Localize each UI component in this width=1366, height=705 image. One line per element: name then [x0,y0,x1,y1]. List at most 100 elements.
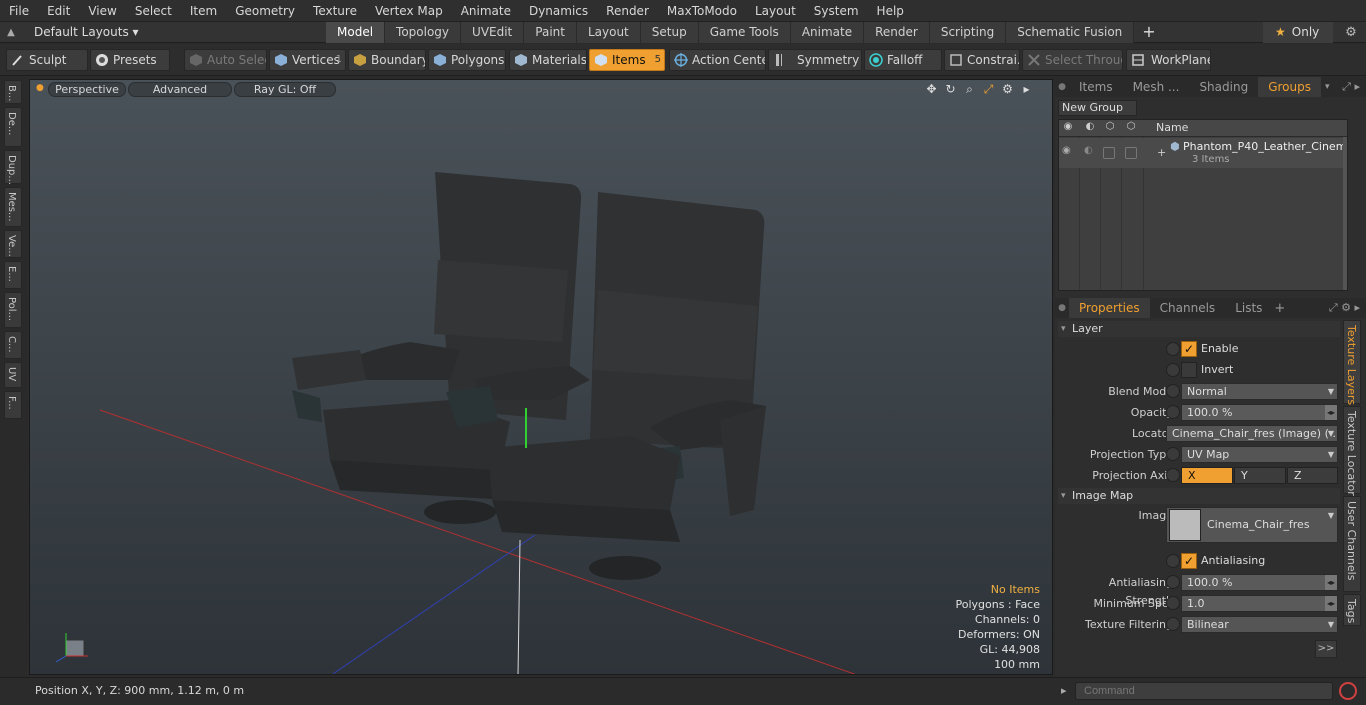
group-render-checkbox[interactable] [1103,147,1115,159]
menu-geometry[interactable]: Geometry [226,0,304,22]
opacity-stepper[interactable]: ◂▸ [1325,405,1337,420]
rotate-view-icon[interactable]: ↻ [943,82,958,97]
left-tab-9[interactable]: F... [4,391,22,419]
axis-x-button[interactable]: X [1181,467,1233,484]
shading-dropdown[interactable]: Advanced [128,82,232,97]
menu-maxtomodo[interactable]: MaxToModo [658,0,746,22]
layer-section[interactable]: Layer [1058,321,1340,337]
aa-strength-input[interactable]: 100.0 % ◂▸ [1181,574,1338,591]
3d-viewport[interactable]: ● Perspective Advanced Ray GL: Off ✥ ↻ ⌕… [29,79,1053,675]
menu-view[interactable]: View [79,0,125,22]
locator-dropdown[interactable]: Cinema_Chair_fres (Image) ( ... ▼ [1166,425,1338,442]
tab-model[interactable]: Model [326,21,386,43]
tab-paint[interactable]: Paint [524,21,577,43]
items-button[interactable]: Items 5 [589,49,665,71]
tab-mesh[interactable]: Mesh ... [1123,77,1190,97]
group-list[interactable]: ◉ ◐ ⬡ ⬡ Name ◉ ◐ + ⬢ Phantom_P40_Leather… [1058,119,1348,291]
render-icon[interactable]: ⬡ [1101,121,1119,136]
projection-type-dot[interactable] [1166,447,1180,461]
antialiasing-dot[interactable] [1166,554,1180,568]
menu-select[interactable]: Select [126,0,181,22]
tex-filter-dot[interactable] [1166,617,1180,631]
right-tab-tags[interactable]: Tags [1343,594,1361,626]
menu-help[interactable]: Help [868,0,913,22]
left-tab-3[interactable]: Mes... [4,187,22,227]
menu-texture[interactable]: Texture [304,0,366,22]
opacity-input[interactable]: 100.0 % ◂▸ [1181,404,1338,421]
gear-icon[interactable]: ⚙ [1340,22,1362,43]
left-tab-6[interactable]: Pol... [4,292,22,328]
menu-system[interactable]: System [805,0,868,22]
fit-view-icon[interactable]: ⤢ [981,82,996,97]
image-map-section[interactable]: Image Map [1058,488,1340,504]
tab-animate[interactable]: Animate [790,21,865,43]
blend-mode-dot[interactable] [1166,384,1180,398]
tab-groups[interactable]: Groups [1258,77,1321,97]
raygl-dropdown[interactable]: Ray GL: Off [234,82,336,97]
invert-dot[interactable] [1166,363,1180,377]
group-expand-icon[interactable]: + [1157,146,1166,159]
group-row[interactable]: ◉ ◐ + ⬢ Phantom_P40_Leather_Cinema... 3 … [1059,138,1347,168]
left-tab-1[interactable]: De... [4,107,22,147]
menu-item[interactable]: Item [181,0,226,22]
tab-schematic-fusion[interactable]: Schematic Fusion [1006,21,1135,43]
tab-topology[interactable]: Topology [385,21,462,43]
left-tab-8[interactable]: UV [4,362,22,388]
falloff-button[interactable]: Falloff [864,49,942,71]
menu-animate[interactable]: Animate [452,0,520,22]
vertices-button[interactable]: Vertices 1 [269,49,346,71]
menu-vertex-map[interactable]: Vertex Map [366,0,452,22]
aa-strength-stepper[interactable]: ◂▸ [1325,575,1337,590]
right-tab-texture-locator[interactable]: Texture Locator [1343,406,1361,496]
viewport-gear-icon[interactable]: ⚙ [1000,82,1015,97]
tab-lists[interactable]: Lists [1225,298,1272,318]
tab-game-tools[interactable]: Game Tools [698,21,791,43]
menu-edit[interactable]: Edit [38,0,79,22]
enable-dot[interactable] [1166,342,1180,356]
right-tab-user-channels[interactable]: User Channels [1343,496,1361,592]
auto-select-button[interactable]: Auto Select [184,49,267,71]
menu-layout[interactable]: Layout [746,0,805,22]
zoom-view-icon[interactable]: ⌕ [962,82,977,97]
presets-button[interactable]: Presets [90,49,170,71]
scene-canvas[interactable] [30,80,1053,675]
layouts-selector[interactable]: Default Layouts ▾ [22,25,139,39]
min-spot-stepper[interactable]: ◂▸ [1325,596,1337,611]
tab-uvedit[interactable]: UVEdit [461,21,525,43]
only-toggle[interactable]: ★ Only [1263,22,1333,43]
tab-layout[interactable]: Layout [576,21,641,43]
new-group-button[interactable]: New Group [1058,100,1137,116]
collapse-up-icon[interactable]: ▲ [0,27,22,38]
projection-type-dropdown[interactable]: UV Map ▼ [1181,446,1338,463]
materials-button[interactable]: Materials [509,49,587,71]
view-type-dropdown[interactable]: Perspective [48,82,126,97]
panel-expand-icon[interactable]: ⤢ ▸ [1342,77,1360,97]
menu-dynamics[interactable]: Dynamics [520,0,597,22]
aa-strength-dot[interactable] [1166,575,1180,589]
enable-checkbox[interactable]: ✓ [1181,341,1197,357]
tex-filter-dropdown[interactable]: Bilinear ▼ [1181,616,1338,633]
tab-render[interactable]: Render [864,21,930,43]
workplane-button[interactable]: WorkPlane [1126,49,1211,71]
menu-file[interactable]: File [0,0,38,22]
record-macro-icon[interactable] [1339,682,1357,700]
group-lock-icon[interactable]: ◐ [1084,145,1093,156]
left-tab-0[interactable]: B... [4,80,22,104]
add-properties-tab-icon[interactable]: + [1272,301,1285,316]
blend-mode-dropdown[interactable]: Normal ▼ [1181,383,1338,400]
menu-render[interactable]: Render [597,0,658,22]
tab-scripting[interactable]: Scripting [929,21,1007,43]
left-tab-4[interactable]: Ve... [4,230,22,258]
viewport-menu-dot-icon[interactable]: ● [36,83,44,93]
expand-more-button[interactable]: >> [1315,640,1337,658]
tab-setup[interactable]: Setup [640,21,699,43]
axis-y-button[interactable]: Y [1234,467,1286,484]
right-tab-texture-layers[interactable]: Texture Layers [1343,320,1361,405]
add-tab-icon[interactable]: + [1134,22,1163,42]
sculpt-button[interactable]: Sculpt [6,49,88,71]
left-tab-7[interactable]: C... [4,331,22,359]
tab-properties[interactable]: Properties [1069,298,1150,318]
axis-z-button[interactable]: Z [1287,467,1338,484]
tabs-dropdown-icon[interactable]: ▾ [1321,82,1330,92]
select-through-button[interactable]: Select Through [1022,49,1123,71]
